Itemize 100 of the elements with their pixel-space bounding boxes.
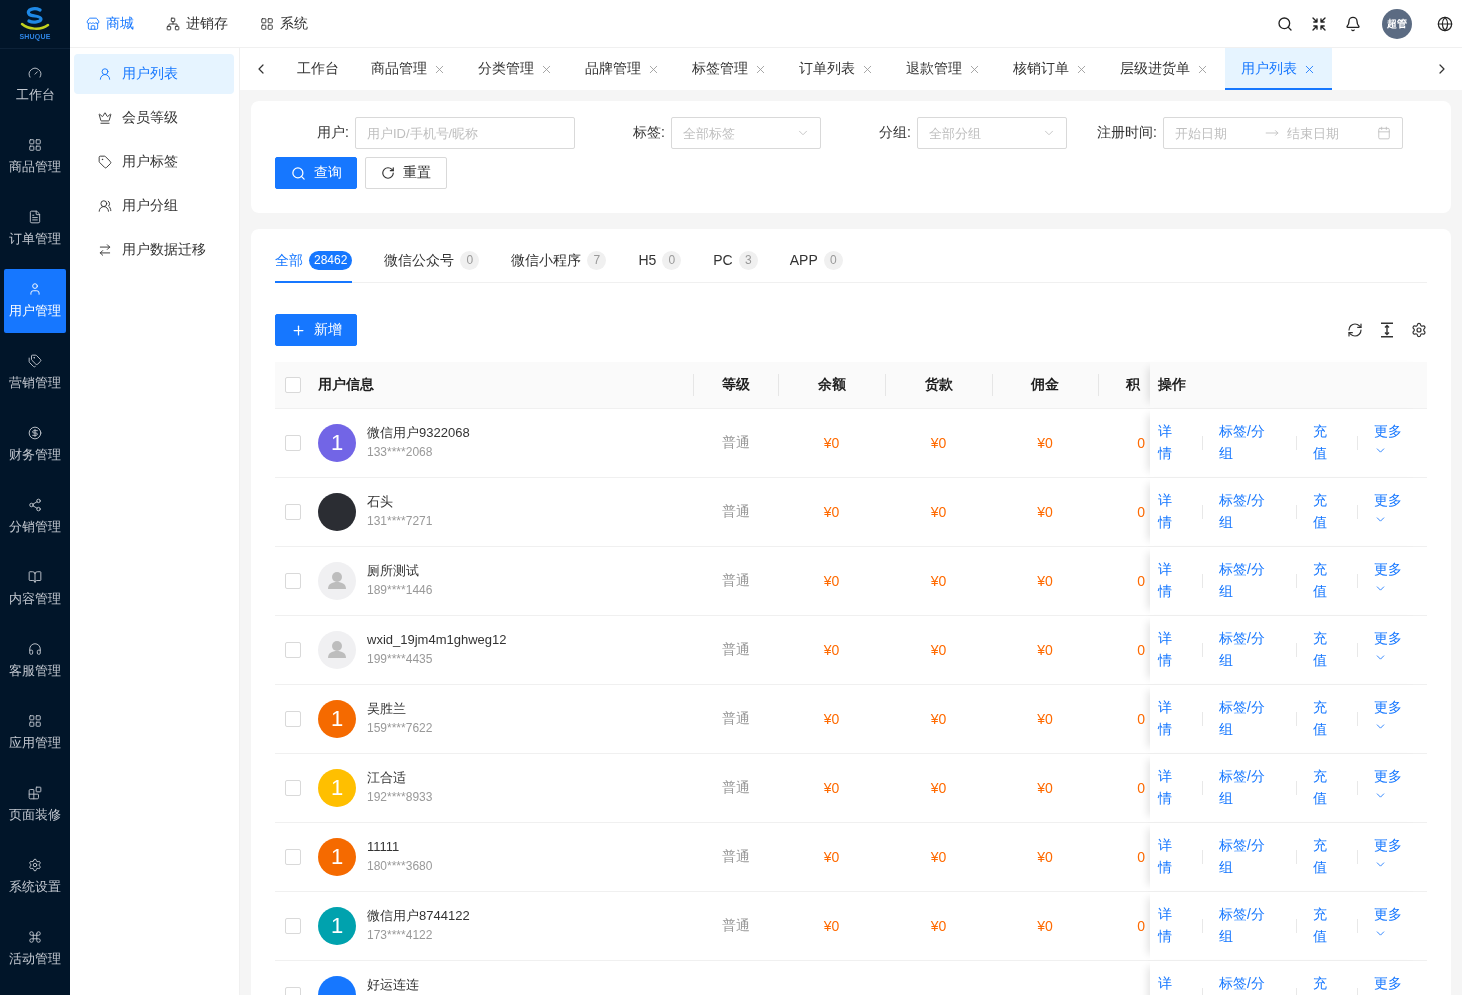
nav-item[interactable]: 页面装修 [4, 773, 66, 837]
more-link[interactable]: 更多 [1374, 834, 1402, 871]
nav-item[interactable]: 商品管理 [4, 125, 66, 189]
action-link[interactable]: 充值 [1313, 627, 1328, 671]
action-link[interactable]: 详情 [1158, 489, 1173, 533]
action-link[interactable]: 标签/分组 [1219, 765, 1267, 809]
action-link[interactable]: 详情 [1158, 696, 1173, 740]
top-menu-item[interactable]: 进销存 [166, 14, 228, 33]
more-link[interactable]: 更多 [1374, 765, 1402, 802]
nav-item[interactable]: 财务管理 [4, 413, 66, 477]
query-button[interactable]: 查询 [275, 157, 357, 189]
more-link[interactable]: 更多 [1374, 489, 1402, 526]
action-link[interactable]: 详情 [1158, 834, 1173, 878]
top-menu-item[interactable]: 商城 [86, 14, 134, 33]
source-tab[interactable]: 微信公众号 0 [384, 245, 480, 283]
more-link[interactable]: 更多 [1374, 420, 1402, 457]
page-tab[interactable]: 商品管理 [355, 48, 462, 90]
nav-item[interactable]: 应用管理 [4, 701, 66, 765]
page-tab[interactable]: 分类管理 [462, 48, 569, 90]
user-search-input[interactable]: 用户ID/手机号/昵称 [355, 117, 575, 149]
page-tab[interactable]: 层级进货单 [1104, 48, 1225, 90]
nav-item[interactable]: 系统设置 [4, 845, 66, 909]
row-checkbox[interactable] [285, 918, 301, 934]
action-link[interactable]: 标签/分 [1219, 972, 1267, 994]
row-checkbox[interactable] [285, 780, 301, 796]
nav-item[interactable]: 订单管理 [4, 197, 66, 261]
action-link[interactable]: 标签/分组 [1219, 627, 1267, 671]
hierarchy-icon [166, 16, 180, 31]
nav-item[interactable]: 分销管理 [4, 485, 66, 549]
nav-item[interactable]: 活动管理 [4, 917, 66, 981]
action-link[interactable]: 充 [1313, 972, 1328, 994]
action-link[interactable]: 充值 [1313, 765, 1328, 809]
row-checkbox[interactable] [285, 504, 301, 520]
source-tab[interactable]: 微信小程序 7 [511, 245, 607, 283]
select-field[interactable]: 全部标签 [671, 117, 821, 149]
row-checkbox[interactable] [285, 711, 301, 727]
page-tab[interactable]: 用户列表 [1225, 48, 1332, 90]
row-checkbox[interactable] [285, 642, 301, 658]
action-link[interactable]: 标签/分组 [1219, 696, 1267, 740]
more-link[interactable]: 更多 [1374, 696, 1402, 733]
page-tab[interactable]: 核销订单 [997, 48, 1104, 90]
source-tab[interactable]: PC 3 [713, 245, 758, 283]
sub-menu-item[interactable]: 用户列表 [74, 54, 234, 94]
row-checkbox[interactable] [285, 435, 301, 451]
action-link[interactable]: 详情 [1158, 903, 1173, 947]
page-tab[interactable]: 标签管理 [676, 48, 783, 90]
globe-icon[interactable] [1437, 15, 1453, 32]
select-all-checkbox[interactable] [285, 377, 301, 393]
action-link[interactable]: 详情 [1158, 765, 1173, 809]
row-checkbox[interactable] [285, 849, 301, 865]
action-link[interactable]: 充值 [1313, 558, 1328, 602]
source-tab[interactable]: APP 0 [789, 245, 843, 283]
vertical-resize-icon[interactable] [1379, 322, 1395, 338]
search-icon[interactable] [1277, 15, 1293, 32]
nav-item[interactable]: 内容管理 [4, 557, 66, 621]
select-field[interactable]: 全部分组 [917, 117, 1067, 149]
top-menu-item[interactable]: 系统 [260, 14, 308, 33]
page-tab[interactable]: 订单列表 [783, 48, 890, 90]
sub-menu-item[interactable]: 用户标签 [74, 142, 234, 182]
nav-item[interactable]: 营销管理 [4, 341, 66, 405]
sub-menu-item[interactable]: 用户分组 [74, 186, 234, 226]
bell-icon[interactable] [1345, 15, 1361, 32]
page-tab[interactable]: 退款管理 [890, 48, 997, 90]
source-tab[interactable]: 全部 28462 [275, 245, 353, 283]
nav-item[interactable]: 用户管理 [4, 269, 66, 333]
action-link[interactable]: 标签/分组 [1219, 558, 1267, 602]
add-button[interactable]: 新增 [275, 314, 357, 346]
action-link[interactable]: 标签/分组 [1219, 489, 1267, 533]
page-tab[interactable]: 工作台 [281, 48, 355, 90]
action-link[interactable]: 充值 [1313, 420, 1328, 464]
action-link[interactable]: 详情 [1158, 558, 1173, 602]
action-link[interactable]: 标签/分组 [1219, 420, 1267, 464]
page-tab[interactable]: 品牌管理 [569, 48, 676, 90]
action-link[interactable]: 详 [1158, 972, 1173, 994]
reset-button[interactable]: 重置 [365, 157, 447, 189]
nav-item[interactable]: 客服管理 [4, 629, 66, 693]
row-checkbox[interactable] [285, 573, 301, 589]
action-link[interactable]: 充值 [1313, 489, 1328, 533]
action-link[interactable]: 详情 [1158, 627, 1173, 671]
shrink-arrows-icon[interactable] [1311, 15, 1327, 32]
source-tab[interactable]: H5 0 [638, 245, 682, 283]
refresh-icon[interactable] [1347, 322, 1363, 338]
sub-menu-item[interactable]: 会员等级 [74, 98, 234, 138]
more-link[interactable]: 更多 [1374, 903, 1402, 940]
user-avatar[interactable]: 超管 [1382, 8, 1412, 39]
end-date-input[interactable]: 结束日期 [1287, 125, 1369, 141]
start-date-input[interactable]: 开始日期 [1175, 125, 1257, 141]
action-link[interactable]: 充值 [1313, 834, 1328, 878]
settings-icon[interactable] [1411, 322, 1427, 338]
more-link[interactable]: 更多 [1374, 627, 1402, 664]
action-link[interactable]: 充值 [1313, 696, 1328, 740]
action-link[interactable]: 标签/分组 [1219, 903, 1267, 947]
action-link[interactable]: 标签/分组 [1219, 834, 1267, 878]
sub-menu-item[interactable]: 用户数据迁移 [74, 230, 234, 270]
more-link[interactable]: 更多 [1374, 558, 1402, 595]
user-name: 微信用户9322068 [367, 424, 470, 442]
action-link[interactable]: 充值 [1313, 903, 1328, 947]
action-link[interactable]: 详情 [1158, 420, 1173, 464]
action-link[interactable]: 更多 [1374, 972, 1402, 994]
nav-item[interactable]: 工作台 [4, 53, 66, 117]
